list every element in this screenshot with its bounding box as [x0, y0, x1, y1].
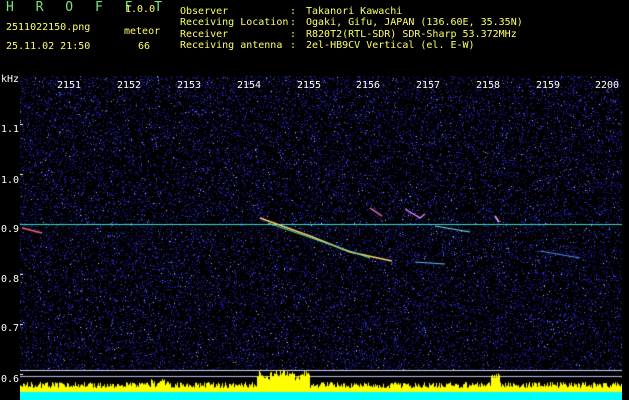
timestamp: 25.11.02 21:50 — [6, 41, 91, 52]
app-version: 1.0.0 — [125, 4, 156, 15]
freq-tick-label: 0.7 — [1, 323, 20, 334]
info-sep: : — [290, 40, 297, 51]
time-tick-label: 2157 — [416, 80, 441, 91]
time-tick-label: 2159 — [536, 80, 561, 91]
freq-tick-label: 0.6 — [1, 374, 20, 385]
time-tick-label: 2158 — [476, 80, 501, 91]
info-value-location: Ogaki, Gifu, JAPAN (136.60E, 35.35N) — [306, 17, 523, 28]
freq-tick-label: 1.0 — [1, 175, 20, 186]
time-tick-label: 2200 — [595, 80, 620, 91]
freq-tick-label: 0.8 — [1, 274, 20, 285]
time-tick-label: 2156 — [356, 80, 381, 91]
time-tick-label: 2154 — [237, 80, 262, 91]
time-tick-label: 2151 — [57, 80, 82, 91]
info-value-observer: Takanori Kawachi — [306, 6, 403, 17]
time-tick-label: 2152 — [117, 80, 142, 91]
hrofft-window: H R O F F T 1.0.0 2511022150.png 25.11.0… — [0, 0, 629, 400]
spectrogram-canvas — [20, 76, 622, 400]
file-name: 2511022150.png — [6, 22, 91, 33]
freq-tick-label: 1.1 — [1, 124, 20, 135]
info-sep: : — [290, 6, 297, 17]
info-key-antenna: Receiving antenna — [180, 40, 283, 51]
time-tick-label: 2155 — [297, 80, 322, 91]
meteor-count: 66 — [138, 41, 151, 52]
info-key-location: Receiving Location — [180, 17, 289, 28]
time-tick-label: 2153 — [177, 80, 202, 91]
meteor-label: meteor — [124, 26, 161, 37]
info-sep: : — [290, 17, 297, 28]
info-value-antenna: 2el-HB9CV Vertical (el. E-W) — [306, 40, 475, 51]
info-sep: : — [290, 29, 297, 40]
info-key-receiver: Receiver — [180, 29, 229, 40]
info-value-receiver: R820T2(RTL-SDR) SDR-Sharp 53.372MHz — [306, 29, 517, 40]
frequency-unit-label: kHz — [1, 74, 20, 85]
freq-tick-label: 0.9 — [1, 224, 20, 235]
info-key-observer: Observer — [180, 6, 229, 17]
